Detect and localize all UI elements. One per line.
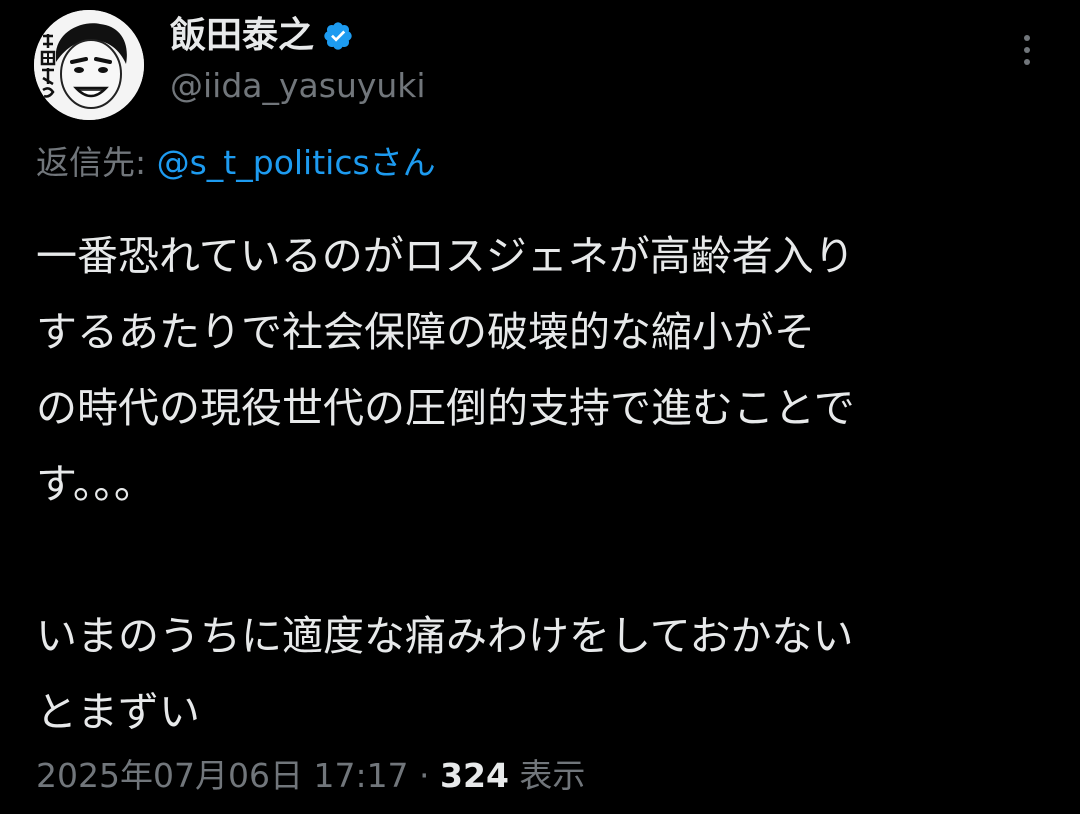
more-dot <box>1024 47 1030 53</box>
reply-mention-link[interactable]: @s_t_politicsさん <box>157 143 436 182</box>
tweet-text-line: 一番恐れているのがロスジェネが高齢者入り <box>36 232 855 280</box>
reply-prefix: 返信先: <box>36 143 157 182</box>
verified-badge-icon[interactable] <box>322 20 354 52</box>
tweet-text: 一番恐れているのがロスジェネが高齢者入り するあたりで社会保障の破壊的な縮小がそ… <box>36 218 1046 750</box>
tweet-text-line: す。。。 <box>36 460 155 508</box>
tweet-text-line: の時代の現役世代の圧倒的支持で進むことで <box>36 384 855 432</box>
more-options-icon[interactable] <box>1012 30 1042 70</box>
avatar[interactable] <box>34 10 144 120</box>
author-display-name[interactable]: 飯田泰之 <box>170 12 314 60</box>
more-dot <box>1024 59 1030 65</box>
tweet-timestamp[interactable]: 2025年07月06日 17:17 · <box>36 756 440 795</box>
tweet: 飯田泰之 @iida_yasuyuki 返信先: @s_t_politicsさん… <box>0 0 1080 814</box>
more-dot <box>1024 35 1030 41</box>
tweet-text-line: するあたりで社会保障の破壊的な縮小がそ <box>36 308 815 356</box>
view-count: 324 <box>440 756 509 795</box>
view-label: 表示 <box>508 756 586 795</box>
tweet-meta: 2025年07月06日 17:17 · 324 表示 <box>36 750 585 802</box>
tweet-text-line: とまずい <box>36 688 200 736</box>
avatar-illustration-icon <box>34 10 144 120</box>
reply-context: 返信先: @s_t_politicsさん <box>36 140 436 186</box>
author-handle[interactable]: @iida_yasuyuki <box>170 64 426 108</box>
author-name-row: 飯田泰之 <box>170 12 354 60</box>
tweet-text-line: いまのうちに適度な痛みわけをしておかない <box>36 612 854 660</box>
